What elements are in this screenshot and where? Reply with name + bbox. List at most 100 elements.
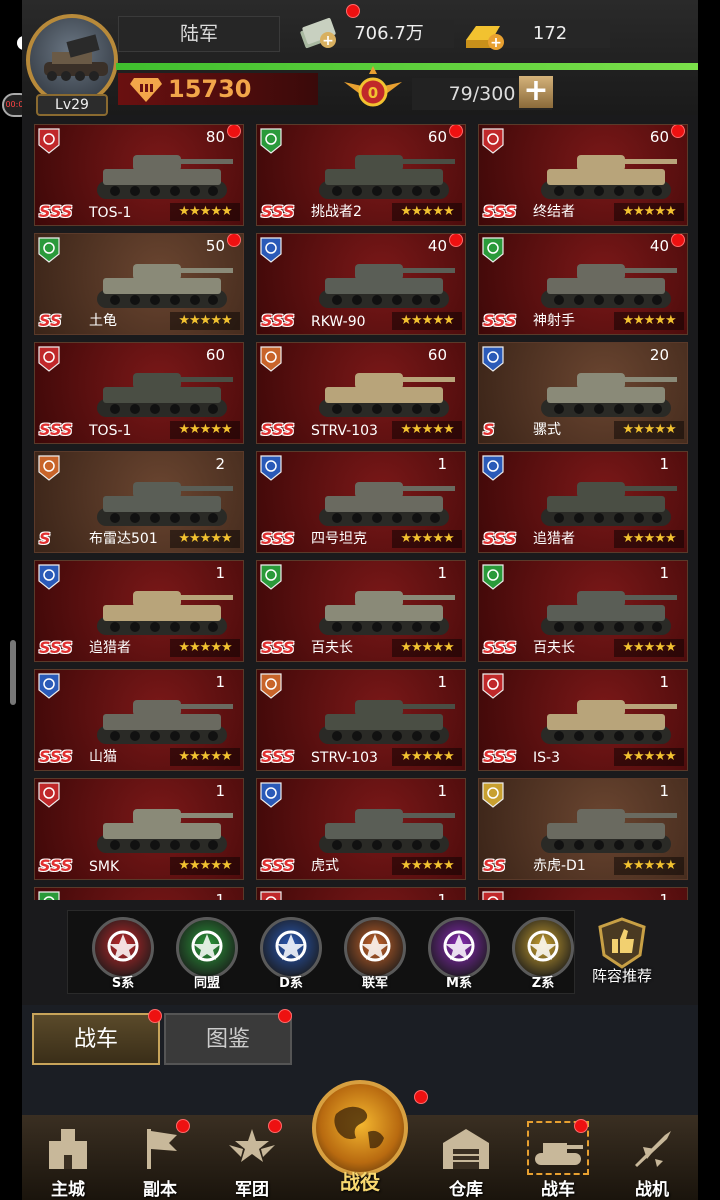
nav-dungeon-label: 副本 [143,1180,177,1200]
tab-tanks-notice-dot [148,1009,162,1023]
svg-text:+: + [490,35,502,51]
nav-battle[interactable]: 战役 [310,1080,428,1198]
tank-card[interactable]: 40 SSS 神射手 ★★★★★ [478,233,688,335]
faction-filter-button[interactable]: S系 [88,917,158,993]
tank-card[interactable]: 1 SSS SMK ★★★★★ [34,778,244,880]
tank-card[interactable]: 1 [256,887,466,900]
star-rating: ★★★★★ [392,639,462,657]
star-rating: ★★★★★ [614,312,684,330]
gold-amount: 172 [490,20,610,48]
faction-badge-icon [38,346,60,372]
tank-level: 1 [437,782,447,800]
side-scroll-handle[interactable] [10,640,16,705]
tank-notice-dot [671,125,685,138]
avatar[interactable] [26,14,118,106]
tank-grade: SSS [39,202,73,221]
tab-catalog[interactable]: 图鉴 [164,1013,292,1065]
tank-name: IS-3 [533,750,560,766]
rocket-launcher-icon [44,34,108,81]
nav-warehouse[interactable]: 仓库 [426,1125,506,1200]
tank-card[interactable]: 1 SSS 虎式 ★★★★★ [256,778,466,880]
tank-level: 1 [215,564,225,582]
faction-badge-icon [38,891,60,900]
faction-filter-button[interactable]: D系 [256,917,326,993]
tank-card[interactable]: 2 S 布雷达501 ★★★★★ [34,451,244,553]
rank-emblem[interactable]: 0 [342,64,404,114]
nav-battle-label: 战役 [340,1170,380,1194]
tank-image [97,155,233,199]
tank-card[interactable]: 1 SSS 追猎者 ★★★★★ [478,451,688,553]
warehouse-icon [443,1129,489,1169]
tank-name: TOS-1 [89,423,132,439]
nav-home[interactable]: 主城 [28,1125,108,1200]
tank-level: 1 [215,891,225,900]
tank-image [541,482,677,526]
tank-name: 布雷达501 [89,531,158,547]
tank-card[interactable]: 60 SSS STRV-103 ★★★★★ [256,342,466,444]
faction-filter-button[interactable]: M系 [424,917,494,993]
nav-tank[interactable]: 战车 [518,1119,598,1200]
tank-level: 1 [215,782,225,800]
lineup-recommend-button[interactable]: 阵容推荐 [582,915,662,995]
tank-level: 60 [427,346,447,364]
gold-currency[interactable]: 172 + [462,16,612,52]
faction-badge-icon [38,673,60,699]
expand-capacity-button[interactable]: + [519,76,553,108]
tank-level: 80 [205,128,225,146]
tank-card[interactable]: 1 SSS 百夫长 ★★★★★ [256,560,466,662]
tank-card[interactable]: 1 SSS IS-3 ★★★★★ [478,669,688,771]
tank-grade: SS [39,311,62,330]
faction-filter-button[interactable]: Z系 [508,917,578,993]
tank-card[interactable]: 1 SSS STRV-103 ★★★★★ [256,669,466,771]
combat-power: 15730 [118,73,318,105]
tab-tanks[interactable]: 战车 [32,1013,160,1065]
tank-image [319,373,455,417]
faction-filter-button[interactable]: 同盟 [172,917,242,993]
tank-level: 1 [659,782,669,800]
star-rating: ★★★★★ [614,857,684,875]
faction-emblem-icon [92,917,154,979]
nav-warehouse-label: 仓库 [449,1180,483,1200]
faction-filter-label: 联军 [361,976,388,991]
tank-grade: SSS [39,747,73,766]
tank-card[interactable]: 1 SSS 山猫 ★★★★★ [34,669,244,771]
silver-currency[interactable]: 706.7万 + [298,4,454,52]
nav-legion-label: 军团 [235,1180,269,1200]
tank-level: 1 [659,455,669,473]
tank-level: 60 [649,128,669,146]
tank-image [541,591,677,635]
nav-dungeon[interactable]: 副本 [120,1119,200,1200]
tank-notice-dot [671,234,685,247]
silver-amount: 706.7万 [324,20,454,48]
jet-icon [635,1131,671,1167]
tank-card[interactable]: 1 SSS 四号坦克 ★★★★★ [256,451,466,553]
tank-grid[interactable]: 80 SSS TOS-1 ★★★★★ 60 SSS 挑战者2 ★★★★★ 60 SSS 终结者 ★★★… [34,124,694,900]
tank-card[interactable]: 1 SS 赤虎-D1 ★★★★★ [478,778,688,880]
nav-tank-notice-dot [574,1119,588,1133]
tank-card[interactable]: 1 [34,887,244,900]
tank-level: 1 [437,891,447,900]
tank-grade: SSS [39,420,73,439]
nav-legion[interactable]: 军团 [212,1119,292,1200]
tank-name: 土龟 [89,313,117,329]
tank-card[interactable]: 40 SSS RKW-90 ★★★★★ [256,233,466,335]
tank-card[interactable]: 20 S 骡式 ★★★★★ [478,342,688,444]
star-rating: ★★★★★ [170,748,240,766]
tank-card[interactable]: 50 SS 土龟 ★★★★★ [34,233,244,335]
star-rating: ★★★★★ [614,203,684,221]
tank-name: 四号坦克 [311,531,367,547]
tank-card[interactable]: 1 [478,887,688,900]
faction-badge-icon [260,237,282,263]
tank-card[interactable]: 60 SSS TOS-1 ★★★★★ [34,342,244,444]
tank-card[interactable]: 1 SSS 百夫长 ★★★★★ [478,560,688,662]
castle-icon [49,1129,87,1169]
tank-grade: SSS [483,529,517,548]
faction-emblem-icon [176,917,238,979]
faction-filter-button[interactable]: 联军 [340,917,410,993]
tank-image [97,373,233,417]
nav-aircraft[interactable]: 战机 [612,1125,692,1200]
tank-card[interactable]: 60 SSS 终结者 ★★★★★ [478,124,688,226]
tank-card[interactable]: 1 SSS 追猎者 ★★★★★ [34,560,244,662]
tank-card[interactable]: 60 SSS 挑战者2 ★★★★★ [256,124,466,226]
tank-card[interactable]: 80 SSS TOS-1 ★★★★★ [34,124,244,226]
